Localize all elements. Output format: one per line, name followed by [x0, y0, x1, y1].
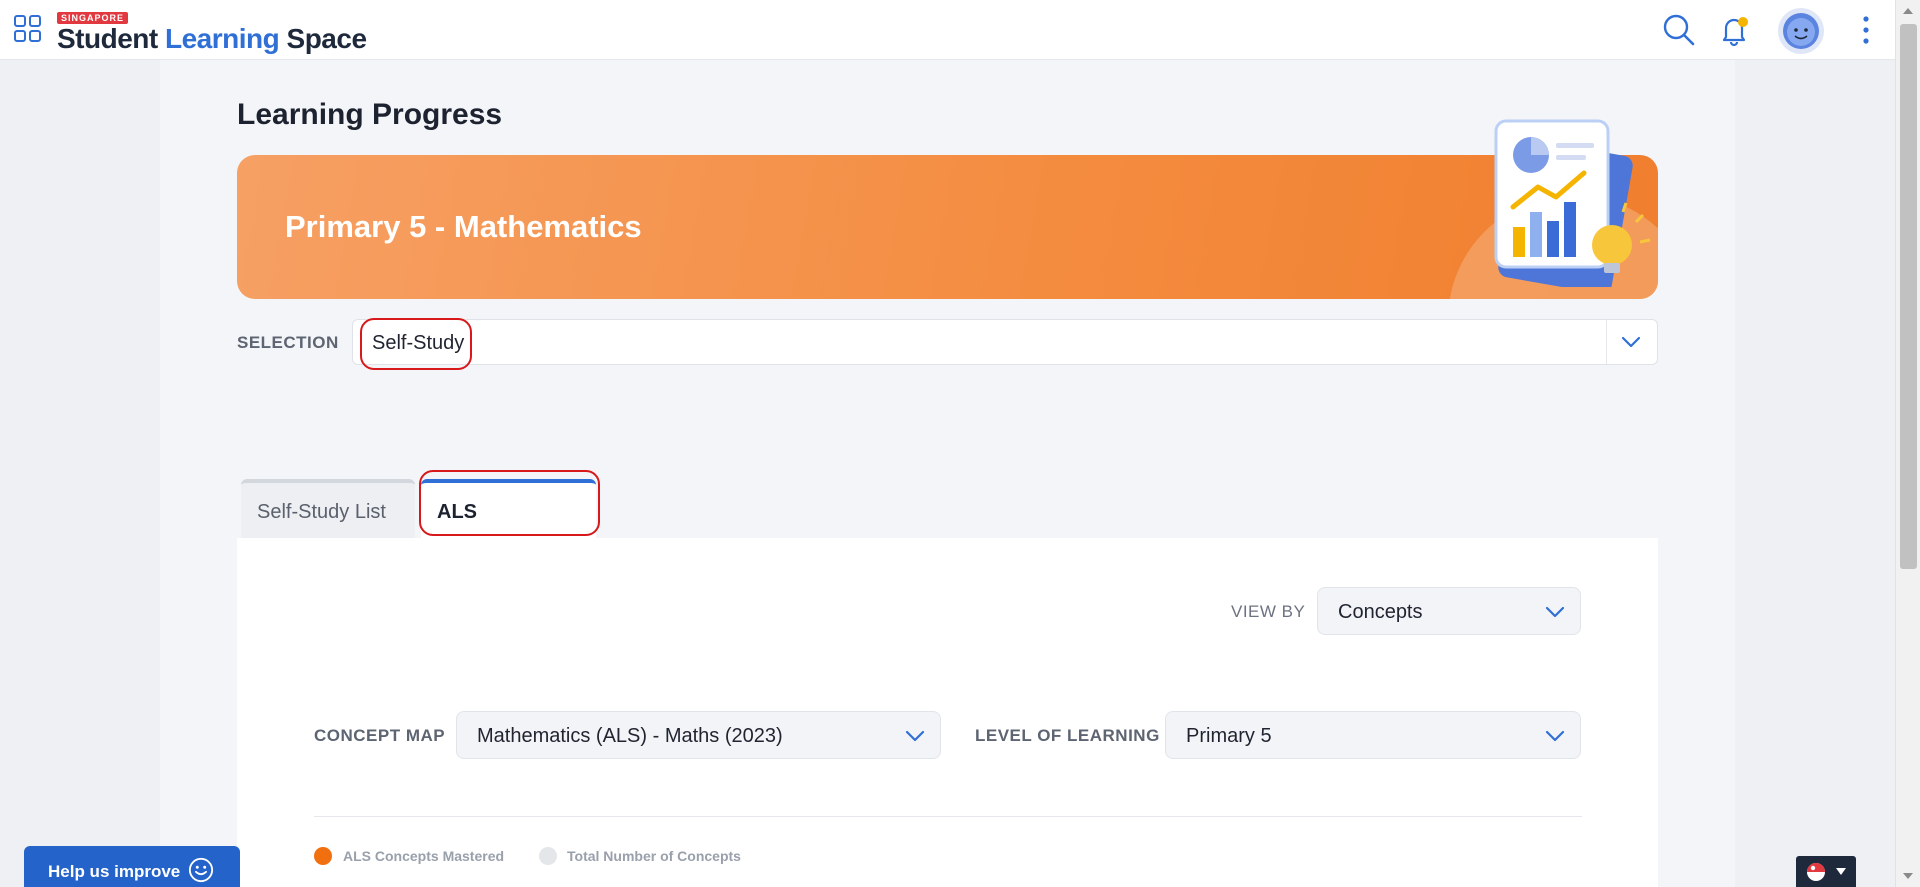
page-scrollbar[interactable] — [1895, 0, 1920, 887]
subject-banner: Primary 5 - Mathematics — [237, 155, 1658, 299]
legend-dot-total — [539, 847, 557, 865]
view-by-label: VIEW BY — [1231, 602, 1306, 621]
smile-icon — [188, 857, 214, 883]
logo-word-space: Space — [286, 23, 368, 54]
search-icon[interactable] — [1659, 10, 1699, 50]
avatar[interactable] — [1778, 8, 1824, 54]
page-title: Learning Progress — [237, 98, 503, 131]
scroll-up-arrow-icon[interactable] — [1903, 8, 1913, 14]
level-of-learning-value: Primary 5 — [1186, 725, 1272, 747]
bell-icon[interactable] — [1714, 10, 1754, 50]
chevron-down-icon — [1545, 730, 1565, 742]
site-logo[interactable]: SINGAPORE Student Learning Space — [57, 8, 367, 53]
more-vertical-icon[interactable] — [1846, 10, 1886, 50]
tab-als-label: ALS — [437, 501, 477, 523]
language-flag-icon — [1807, 863, 1825, 881]
scroll-down-arrow-icon[interactable] — [1903, 873, 1913, 879]
level-of-learning-dropdown[interactable]: Primary 5 — [1165, 711, 1581, 759]
concept-map-label: CONCEPT MAP — [314, 726, 446, 745]
legend-label-mastered: ALS Concepts Mastered — [343, 848, 505, 864]
report-chart-illustration-icon — [1488, 117, 1658, 294]
legend-dot-mastered — [314, 847, 332, 865]
help-us-improve-button[interactable]: Help us improve — [24, 846, 240, 887]
scrollbar-thumb[interactable] — [1900, 24, 1917, 569]
concept-map-value: Mathematics (ALS) - Maths (2023) — [477, 725, 783, 747]
level-of-learning-label: LEVEL OF LEARNING — [975, 726, 1160, 745]
language-selector-button[interactable] — [1796, 856, 1856, 887]
tab-self-study-list[interactable]: Self-Study List — [241, 479, 415, 538]
apps-grid-icon[interactable] — [14, 15, 42, 43]
concept-map-dropdown[interactable]: Mathematics (ALS) - Maths (2023) — [456, 711, 941, 759]
top-bar: SINGAPORE Student Learning Space — [0, 0, 1895, 60]
tab-als[interactable]: ALS — [421, 479, 596, 538]
selection-label: SELECTION — [237, 333, 339, 352]
help-us-improve-label: Help us improve — [48, 862, 181, 881]
caret-down-icon — [1836, 868, 1846, 875]
legend-label-total: Total Number of Concepts — [567, 848, 741, 864]
chevron-down-icon — [1545, 606, 1565, 618]
tab-self-study-list-label: Self-Study List — [257, 501, 386, 523]
selection-dropdown[interactable]: Self-Study — [352, 319, 1658, 365]
chevron-down-icon — [905, 730, 925, 742]
chevron-down-icon[interactable] — [1620, 334, 1642, 350]
banner-title: Primary 5 - Mathematics — [285, 209, 642, 244]
view-by-value: Concepts — [1338, 601, 1423, 623]
selection-value: Self-Study — [372, 332, 465, 354]
view-by-dropdown[interactable]: Concepts — [1317, 587, 1581, 635]
logo-text: Student Learning Space — [57, 25, 367, 53]
section-divider — [314, 816, 1582, 817]
logo-word-learning: Learning — [165, 23, 280, 54]
logo-word-student: Student — [57, 23, 158, 54]
selection-divider — [1606, 320, 1607, 364]
